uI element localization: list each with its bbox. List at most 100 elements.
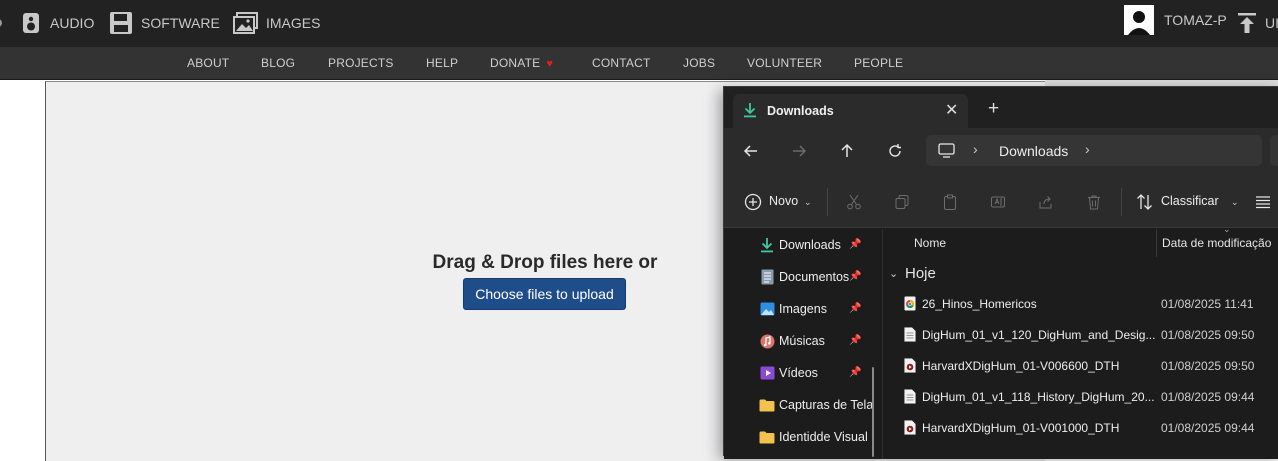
speaker-icon	[23, 13, 39, 33]
sort-indicator-icon: ⌄	[1223, 224, 1231, 234]
video-icon	[759, 365, 775, 381]
heart-icon: ♥	[546, 58, 554, 70]
toolbar-divider	[827, 188, 828, 216]
subnav-donate-label: DONATE	[490, 56, 541, 70]
top-navigation-bar: AUDIO SOFTWARE IMAGES TOMAZ-P UI	[0, 0, 1278, 47]
username: TOMAZ-P	[1164, 12, 1227, 28]
new-button-label[interactable]: Novo	[769, 194, 798, 208]
video-file-icon	[904, 358, 916, 373]
upload-nav[interactable]: UI	[1237, 10, 1278, 36]
sidebar-item-label: Documentos	[779, 270, 850, 284]
sort-dropdown-chevron-icon[interactable]: ⌄	[1231, 197, 1239, 208]
sidebar-item-identidade-visual[interactable]: Identidde Visual	[759, 427, 868, 447]
tab-downloads[interactable]: Downloads ✕	[733, 94, 968, 128]
nav-images-label: IMAGES	[266, 15, 321, 31]
pin-icon: 📌	[849, 239, 862, 250]
nav-audio[interactable]: AUDIO	[20, 10, 94, 36]
search-box-edge[interactable]	[1270, 135, 1278, 166]
subnav-help[interactable]: HELP	[426, 56, 458, 70]
file-row[interactable]: HarvardXDigHum_01-V006600_DTH 01/08/2025…	[883, 352, 1278, 380]
new-tab-button[interactable]: +	[988, 98, 999, 120]
sidebar-item-label: Vídeos	[779, 366, 818, 380]
sidebar-item-musicas[interactable]: Músicas	[759, 331, 825, 351]
cut-icon[interactable]	[843, 191, 865, 213]
pin-icon: 📌	[849, 303, 862, 314]
text-file-icon	[904, 389, 916, 404]
sidebar-item-label: Capturas de Tela	[779, 398, 874, 412]
up-arrow-icon[interactable]	[836, 140, 858, 162]
monitor-icon	[938, 143, 955, 158]
subnav-blog[interactable]: BLOG	[261, 56, 295, 70]
nav-partial-dot	[0, 10, 2, 36]
close-tab-icon[interactable]: ✕	[945, 100, 958, 120]
music-icon	[759, 333, 775, 349]
column-header-modified[interactable]: Data de modificação	[1162, 236, 1271, 250]
view-options-icon[interactable]	[1252, 191, 1274, 213]
video-file-icon	[904, 420, 916, 435]
sidebar-item-capturas[interactable]: Capturas de Tela	[759, 395, 873, 415]
document-icon	[759, 269, 775, 285]
group-collapse-chevron-icon[interactable]: ⌄	[889, 267, 898, 280]
floppy-disk-icon	[110, 12, 132, 34]
file-list: Nome Data de modificação ⌄ ⌄ Hoje 26_Hin…	[883, 224, 1278, 459]
paste-icon[interactable]	[939, 191, 961, 213]
breadcrumb-downloads[interactable]: Downloads	[999, 143, 1068, 159]
back-arrow-icon[interactable]	[740, 140, 762, 162]
file-row[interactable]: DigHum_01_v1_118_History_DigHum_20... 01…	[883, 383, 1278, 411]
download-icon	[744, 103, 756, 118]
nav-images[interactable]: IMAGES	[233, 10, 320, 36]
avatar-icon	[1124, 5, 1154, 35]
share-icon[interactable]	[1035, 191, 1057, 213]
address-field[interactable]: › Downloads ›	[926, 135, 1262, 166]
file-date: 01/08/2025 09:50	[1161, 328, 1255, 342]
sidebar-item-label: Downloads	[779, 238, 841, 252]
upload-icon	[1238, 13, 1256, 33]
sidebar-item-videos[interactable]: Vídeos	[759, 363, 818, 383]
sidebar-item-documentos[interactable]: Documentos	[759, 267, 849, 287]
file-row[interactable]: 26_Hinos_Homericos 01/08/2025 11:41	[883, 290, 1278, 318]
sidebar-scrollbar[interactable]	[872, 367, 874, 457]
sidebar-item-downloads[interactable]: Downloads	[759, 235, 841, 255]
file-date: 01/08/2025 09:44	[1161, 390, 1255, 404]
group-header-today[interactable]: Hoje	[905, 265, 936, 282]
subnav-jobs[interactable]: JOBS	[683, 56, 715, 70]
file-name: DigHum_01_v1_118_History_DigHum_20...	[922, 390, 1155, 404]
sort-button-label[interactable]: Classificar	[1161, 194, 1219, 208]
nav-software-label: SOFTWARE	[141, 15, 220, 31]
tab-title: Downloads	[767, 104, 834, 118]
file-row[interactable]: DigHum_01_v1_120_DigHum_and_Desig... 01/…	[883, 321, 1278, 349]
delete-icon[interactable]	[1083, 191, 1105, 213]
subnav-donate[interactable]: DONATE ♥	[490, 56, 553, 70]
file-date: 01/08/2025 11:41	[1161, 297, 1254, 311]
sidebar-item-label: Músicas	[779, 334, 825, 348]
chrome-file-icon	[904, 296, 916, 311]
subnav-about[interactable]: ABOUT	[187, 56, 229, 70]
sort-icon[interactable]	[1134, 191, 1156, 213]
images-icon	[233, 12, 258, 34]
subnav-projects[interactable]: PROJECTS	[328, 56, 394, 70]
file-date: 01/08/2025 09:44	[1161, 421, 1255, 435]
nav-software[interactable]: SOFTWARE	[109, 10, 220, 36]
user-menu[interactable]: TOMAZ-P	[1124, 5, 1227, 35]
file-row[interactable]: HarvardXDigHum_01-V001000_DTH 01/08/2025…	[883, 414, 1278, 442]
copy-icon[interactable]	[891, 191, 913, 213]
file-date: 01/08/2025 09:50	[1161, 359, 1255, 373]
new-plus-icon[interactable]	[742, 191, 764, 213]
column-header-name[interactable]: Nome	[914, 236, 946, 250]
rename-icon[interactable]	[987, 191, 1009, 213]
refresh-icon[interactable]	[884, 140, 906, 162]
column-separator[interactable]	[1156, 229, 1157, 257]
subnav-volunteer[interactable]: VOLUNTEER	[747, 56, 822, 70]
forward-arrow-icon[interactable]	[788, 140, 810, 162]
image-icon	[759, 301, 775, 317]
breadcrumb-end-chevron-icon[interactable]: ›	[1085, 141, 1090, 157]
download-icon	[759, 237, 775, 253]
subnav-contact[interactable]: CONTACT	[592, 56, 651, 70]
sidebar-item-label: Identidde Visual	[779, 430, 868, 444]
pin-icon: 📌	[849, 335, 862, 346]
new-dropdown-chevron-icon[interactable]: ⌄	[804, 197, 812, 208]
secondary-navigation-bar: ABOUT BLOG PROJECTS HELP DONATE ♥ CONTACT…	[0, 47, 1278, 80]
choose-files-button[interactable]: Choose files to upload	[463, 278, 626, 310]
subnav-people[interactable]: PEOPLE	[854, 56, 903, 70]
sidebar-item-imagens[interactable]: Imagens	[759, 299, 827, 319]
